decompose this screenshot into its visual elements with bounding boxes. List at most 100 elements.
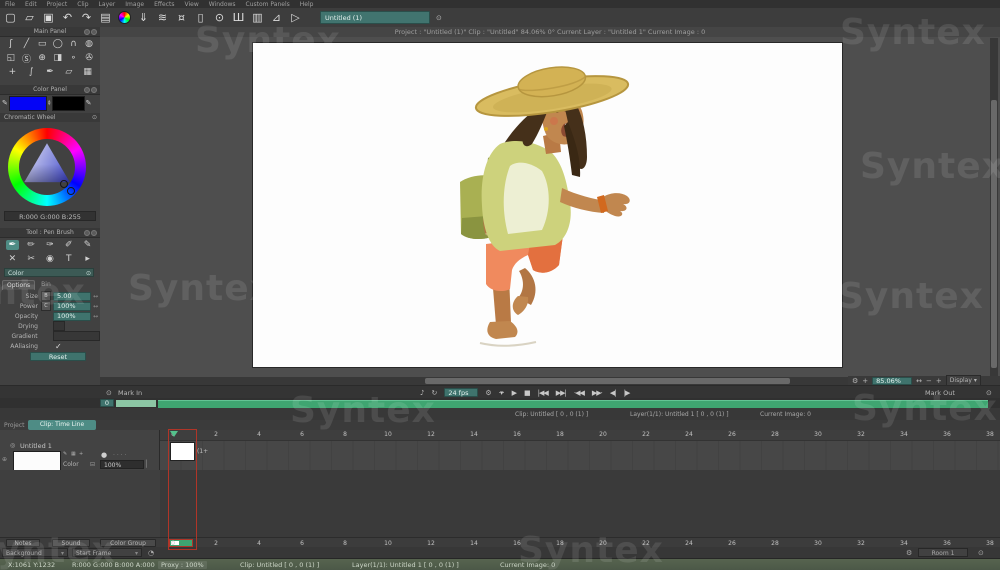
clip-selector-options-icon[interactable]: ⊙ <box>436 14 442 22</box>
color-mode-select[interactable]: Chromatic Wheel ⊙ <box>0 113 100 122</box>
zoom-out-button[interactable]: − <box>926 377 932 385</box>
option-gradient-box[interactable] <box>53 331 101 341</box>
frame-ruler-top[interactable]: 02468101214161820222426283032343638 <box>160 430 1000 441</box>
prev-frame-button[interactable]: ◀| <box>610 389 616 397</box>
next-key-button[interactable]: ▶▶· <box>592 389 602 397</box>
blend-collapse-icon[interactable]: ⊟ <box>90 461 95 468</box>
eyedropper-b-icon[interactable]: ✎ <box>86 99 92 107</box>
reset-button[interactable]: Reset <box>30 352 86 361</box>
menu-view[interactable]: View <box>184 1 198 8</box>
save-icon[interactable]: ▣ <box>42 9 55 26</box>
opacity-slider-handle[interactable]: ▏ <box>146 460 151 468</box>
option-value-field[interactable]: 5.00 <box>53 292 91 301</box>
close-icon[interactable] <box>91 87 97 93</box>
collapse-icon[interactable] <box>84 87 90 93</box>
saturation-selector[interactable] <box>60 180 68 188</box>
close-icon[interactable] <box>91 29 97 35</box>
fps-settings-icon[interactable]: ⚙ <box>485 389 491 397</box>
menu-image[interactable]: Image <box>125 1 144 8</box>
secondary-color-swatch[interactable] <box>52 96 85 111</box>
vertical-scroll-thumb[interactable] <box>991 100 997 368</box>
ellipse-icon[interactable]: ◯ <box>51 39 64 49</box>
chromatic-wheel[interactable] <box>8 128 86 206</box>
horizontal-scroll-thumb[interactable] <box>425 378 790 384</box>
layer-active-dot[interactable]: ● <box>101 451 107 459</box>
main-panel-header[interactable]: Main Panel <box>0 27 100 37</box>
zoom-tool-icon[interactable]: ⊕ <box>36 53 49 63</box>
loop-icon[interactable]: ↻ <box>431 389 437 397</box>
room-options-icon[interactable]: ⊙ <box>978 549 984 557</box>
proxy-icon[interactable]: ▯ <box>194 9 207 26</box>
undo-icon[interactable]: ↶ <box>61 9 74 26</box>
select-a-icon[interactable]: ◱ <box>4 53 17 63</box>
menu-project[interactable]: Project <box>47 1 68 8</box>
range-bar[interactable] <box>158 400 988 408</box>
layer-option-dots[interactable]: · · · · <box>113 452 126 459</box>
mark-in-icon[interactable]: ⊙ <box>106 389 112 397</box>
layer-grid-icon[interactable]: ▦ <box>71 451 76 457</box>
flip-icon[interactable]: ◨ <box>51 53 64 63</box>
zoom-value-field[interactable]: 85.06% <box>872 377 912 385</box>
option-drag-arrows[interactable]: ↔ <box>93 303 98 310</box>
option-drag-arrows[interactable]: ↔ <box>93 293 98 300</box>
brush-color-options-icon[interactable]: ⊙ <box>86 269 91 278</box>
range-segment[interactable] <box>116 400 156 407</box>
layer-add-icon[interactable]: + <box>79 451 83 457</box>
swatch-spinner[interactable]: ▲ ▼ <box>48 100 51 107</box>
tab-project[interactable]: Project <box>4 422 25 429</box>
next-frame-button[interactable]: |▶ <box>624 389 630 397</box>
collapse-icon[interactable] <box>84 230 90 236</box>
dot-icon[interactable]: ∘ <box>67 53 80 63</box>
frame-extend-handle[interactable]: (1+ <box>197 448 208 455</box>
flip-button[interactable]: ·▾· <box>499 389 504 397</box>
color-mode-options-icon[interactable]: ⊙ <box>92 113 97 122</box>
redo-icon[interactable]: ↷ <box>80 9 93 26</box>
text-tool-icon[interactable]: T <box>62 254 75 264</box>
ruler-icon[interactable]: ⊿ <box>270 9 283 26</box>
freehand-select-icon[interactable]: ʃ <box>4 39 17 49</box>
spline-icon[interactable]: ∩ <box>67 39 80 49</box>
audio-icon[interactable]: ♪ <box>420 389 424 397</box>
horizontal-scrollbar[interactable] <box>100 377 848 385</box>
new-project-icon[interactable]: ▢ <box>4 9 17 26</box>
toolbox-icon[interactable]: ▤ <box>99 9 112 26</box>
background-select[interactable]: Background ▾ <box>2 548 68 557</box>
select-s-icon[interactable]: Ⓢ <box>20 52 33 65</box>
prev-key-button[interactable]: ·◀◀ <box>574 389 584 397</box>
airbrush-icon[interactable]: ✐ <box>62 240 75 250</box>
tab-options[interactable]: Options <box>2 280 35 290</box>
playhead-marker[interactable] <box>170 431 178 437</box>
pencil-icon[interactable]: ✏ <box>25 240 38 250</box>
button-color-group[interactable]: Color Group <box>100 539 156 547</box>
mark-out-icon[interactable]: ⊙ <box>986 389 992 397</box>
page-icon[interactable]: ▱ <box>62 67 75 77</box>
layer-opacity-field[interactable]: 100% <box>100 460 144 469</box>
pen-brush-icon[interactable]: ✒ <box>6 240 19 250</box>
import-icon[interactable]: ⇓ <box>137 9 150 26</box>
play-button[interactable]: ▶ <box>512 389 516 397</box>
send-icon[interactable]: ▷ <box>289 9 302 26</box>
blend-mode-label[interactable]: Color <box>63 461 79 468</box>
option-checkbox[interactable]: ✓ <box>55 342 62 351</box>
last-frame-button[interactable]: ▶▶| <box>556 389 566 397</box>
menu-custom-panels[interactable]: Custom Panels <box>246 1 290 8</box>
frame-counter-field[interactable]: 0 <box>100 399 114 407</box>
open-icon[interactable]: ▱ <box>23 9 36 26</box>
option-mode-button[interactable]: B <box>41 291 51 301</box>
color-panel-header[interactable]: Color Panel <box>0 85 100 95</box>
line-icon[interactable]: ╱ <box>20 39 33 49</box>
fps-field[interactable]: 24 fps <box>444 388 478 397</box>
tab-clip-timeline[interactable]: Clip: Time Line <box>28 420 96 430</box>
position-icon[interactable]: + <box>6 67 19 77</box>
first-frame-button[interactable]: |◀◀ <box>538 389 548 397</box>
vertical-scrollbar[interactable] <box>990 38 998 376</box>
spin-down-icon[interactable]: ▼ <box>48 103 51 107</box>
timeline-empty-area[interactable] <box>160 470 1000 537</box>
curve-icon[interactable]: ∫ <box>25 67 38 77</box>
start-frame-select[interactable]: Start Frame ▾ <box>72 548 142 557</box>
rectangle-icon[interactable]: ▭ <box>36 39 49 49</box>
hue-selector[interactable] <box>67 187 75 195</box>
button-notes[interactable]: Notes <box>6 539 40 547</box>
collapse-icon[interactable] <box>84 29 90 35</box>
layer-pin-icon[interactable]: ⊕ <box>2 456 7 463</box>
